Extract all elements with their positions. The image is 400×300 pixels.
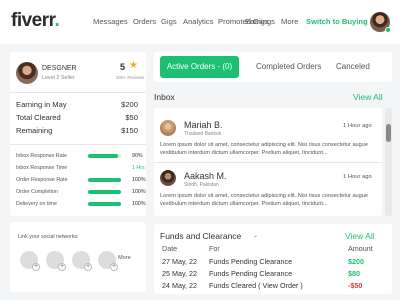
- sender-name[interactable]: Aakash M.: [184, 171, 227, 181]
- fund-row-date: 24 May, 22: [162, 281, 198, 290]
- fund-row-date: 27 May, 22: [162, 257, 198, 266]
- top-navigation-bar: fiverr. Messages Orders Gigs Analytics P…: [0, 0, 400, 44]
- progress-fill: [88, 178, 121, 182]
- seller-avatar[interactable]: [16, 62, 38, 84]
- seller-level: Level 2 Seller: [42, 75, 75, 81]
- message-preview[interactable]: Lorem ipsum dolor sit amet, consectetur …: [160, 192, 376, 208]
- fund-row-description: Funds Pending Clearance: [209, 257, 293, 266]
- fund-row-date: 25 May, 22: [162, 269, 198, 278]
- plus-icon: +: [110, 263, 118, 271]
- delivery-on-time-label: Delievery on time: [16, 201, 57, 207]
- remaining-label: Remaining: [16, 126, 53, 135]
- plus-icon: +: [32, 263, 40, 271]
- column-header-date: Date: [162, 244, 178, 253]
- star-icon: ★: [129, 60, 138, 71]
- progress-fill: [88, 202, 121, 206]
- social-more-link[interactable]: More: [118, 255, 131, 261]
- seller-rating: 5: [120, 62, 126, 72]
- total-cleared-value: $50: [125, 113, 138, 122]
- earning-value: $200: [121, 100, 138, 109]
- inbox-list: Mariah B. Thailand Bankok 1 Hour ago Lor…: [154, 108, 382, 216]
- progress-fill: [88, 154, 118, 158]
- nav-messages[interactable]: Messages: [93, 17, 128, 26]
- nav-gigs[interactable]: Gigs: [161, 17, 177, 26]
- fund-row-amount: $80: [348, 269, 360, 278]
- delivery-on-time-value: 100%: [132, 201, 146, 207]
- scrollbar-thumb[interactable]: [386, 124, 391, 142]
- user-avatar[interactable]: [370, 12, 391, 33]
- column-header-amount: Amount: [348, 244, 373, 253]
- inbox-view-all-link[interactable]: View All: [353, 92, 383, 102]
- remaining-value: $150: [121, 126, 138, 135]
- sender-location: Sindh, Pakistan: [184, 182, 219, 188]
- nav-orders[interactable]: Orders: [133, 17, 156, 26]
- nav-earnings[interactable]: Earnings: [245, 17, 275, 26]
- social-networks-title: Link your social networks:: [18, 234, 79, 240]
- order-response-rate-bar: [88, 178, 121, 182]
- switch-to-buying-link[interactable]: Switch to Buying: [306, 17, 368, 26]
- tab-active-orders[interactable]: Active Orders - (0): [160, 56, 239, 78]
- message-time: 1 Hour ago: [343, 123, 372, 129]
- tab-canceled[interactable]: Canceled: [336, 56, 370, 78]
- order-response-rate-label: Order Response Rate: [16, 177, 68, 183]
- delivery-on-time-bar: [88, 202, 121, 206]
- fund-row-amount: -$50: [348, 281, 363, 290]
- social-network-add-button[interactable]: +: [46, 251, 66, 271]
- plus-icon: +: [58, 263, 66, 271]
- sender-name[interactable]: Mariah B.: [184, 120, 223, 130]
- plus-icon: +: [84, 263, 92, 271]
- order-response-rate-value: 100%: [132, 177, 146, 183]
- review-count: 300+ Reviews: [116, 75, 145, 80]
- order-tabs: Active Orders - (0) Completed Orders Can…: [154, 52, 392, 82]
- tab-completed-orders[interactable]: Completed Orders: [256, 56, 321, 78]
- online-status-dot: [385, 27, 391, 33]
- divider: [10, 92, 146, 93]
- message-preview[interactable]: Lorem ipsum dolor sit amet, consectetur …: [160, 141, 376, 157]
- fund-row-amount: $200: [348, 257, 364, 266]
- sender-avatar: [160, 120, 176, 136]
- inbox-response-rate-label: Inbox Response Rate: [16, 153, 67, 159]
- order-completion-label: Order Completion: [16, 189, 58, 195]
- inbox-response-time-value: 1 Hrs: [132, 165, 145, 171]
- divider: [154, 162, 382, 163]
- nav-analytics[interactable]: Analytics: [183, 17, 213, 26]
- message-time: 1 Hour ago: [343, 174, 372, 180]
- nav-more[interactable]: More: [281, 17, 298, 26]
- divider: [10, 144, 146, 145]
- total-cleared-label: Total Cleared: [16, 113, 61, 122]
- fiverr-logo[interactable]: fiverr.: [11, 10, 60, 32]
- sender-location: Thailand Bankok: [184, 131, 222, 137]
- social-network-add-button[interactable]: +: [20, 251, 40, 271]
- seller-name: DESGNER: [42, 65, 77, 72]
- sender-avatar: [160, 170, 176, 186]
- earning-label: Earning in May: [16, 100, 67, 109]
- order-completion-value: 100%: [132, 189, 146, 195]
- social-network-add-button[interactable]: +: [72, 251, 92, 271]
- social-network-add-button[interactable]: +: [98, 251, 118, 271]
- progress-fill: [88, 190, 121, 194]
- chevron-down-icon[interactable]: ⌄: [253, 232, 258, 239]
- column-header-for: For: [209, 244, 220, 253]
- fund-row-description: Funds Pending Clearance: [209, 269, 293, 278]
- inbox-title: Inbox: [154, 92, 175, 102]
- seller-profile-card: DESGNER Level 2 Seller 5 ★ 300+ Reviews …: [10, 52, 146, 216]
- funds-title[interactable]: Funds and Clearance: [160, 231, 241, 241]
- inbox-scrollbar[interactable]: [385, 108, 392, 216]
- funds-view-all-link[interactable]: View All: [345, 231, 375, 241]
- order-completion-bar: [88, 190, 121, 194]
- fund-row-description[interactable]: Funds Cleared ( View Order ): [209, 281, 303, 290]
- inbox-response-rate-value: 90%: [132, 153, 143, 159]
- inbox-response-time-label: Inbox Response Time: [16, 165, 68, 171]
- inbox-response-rate-bar: [88, 154, 121, 158]
